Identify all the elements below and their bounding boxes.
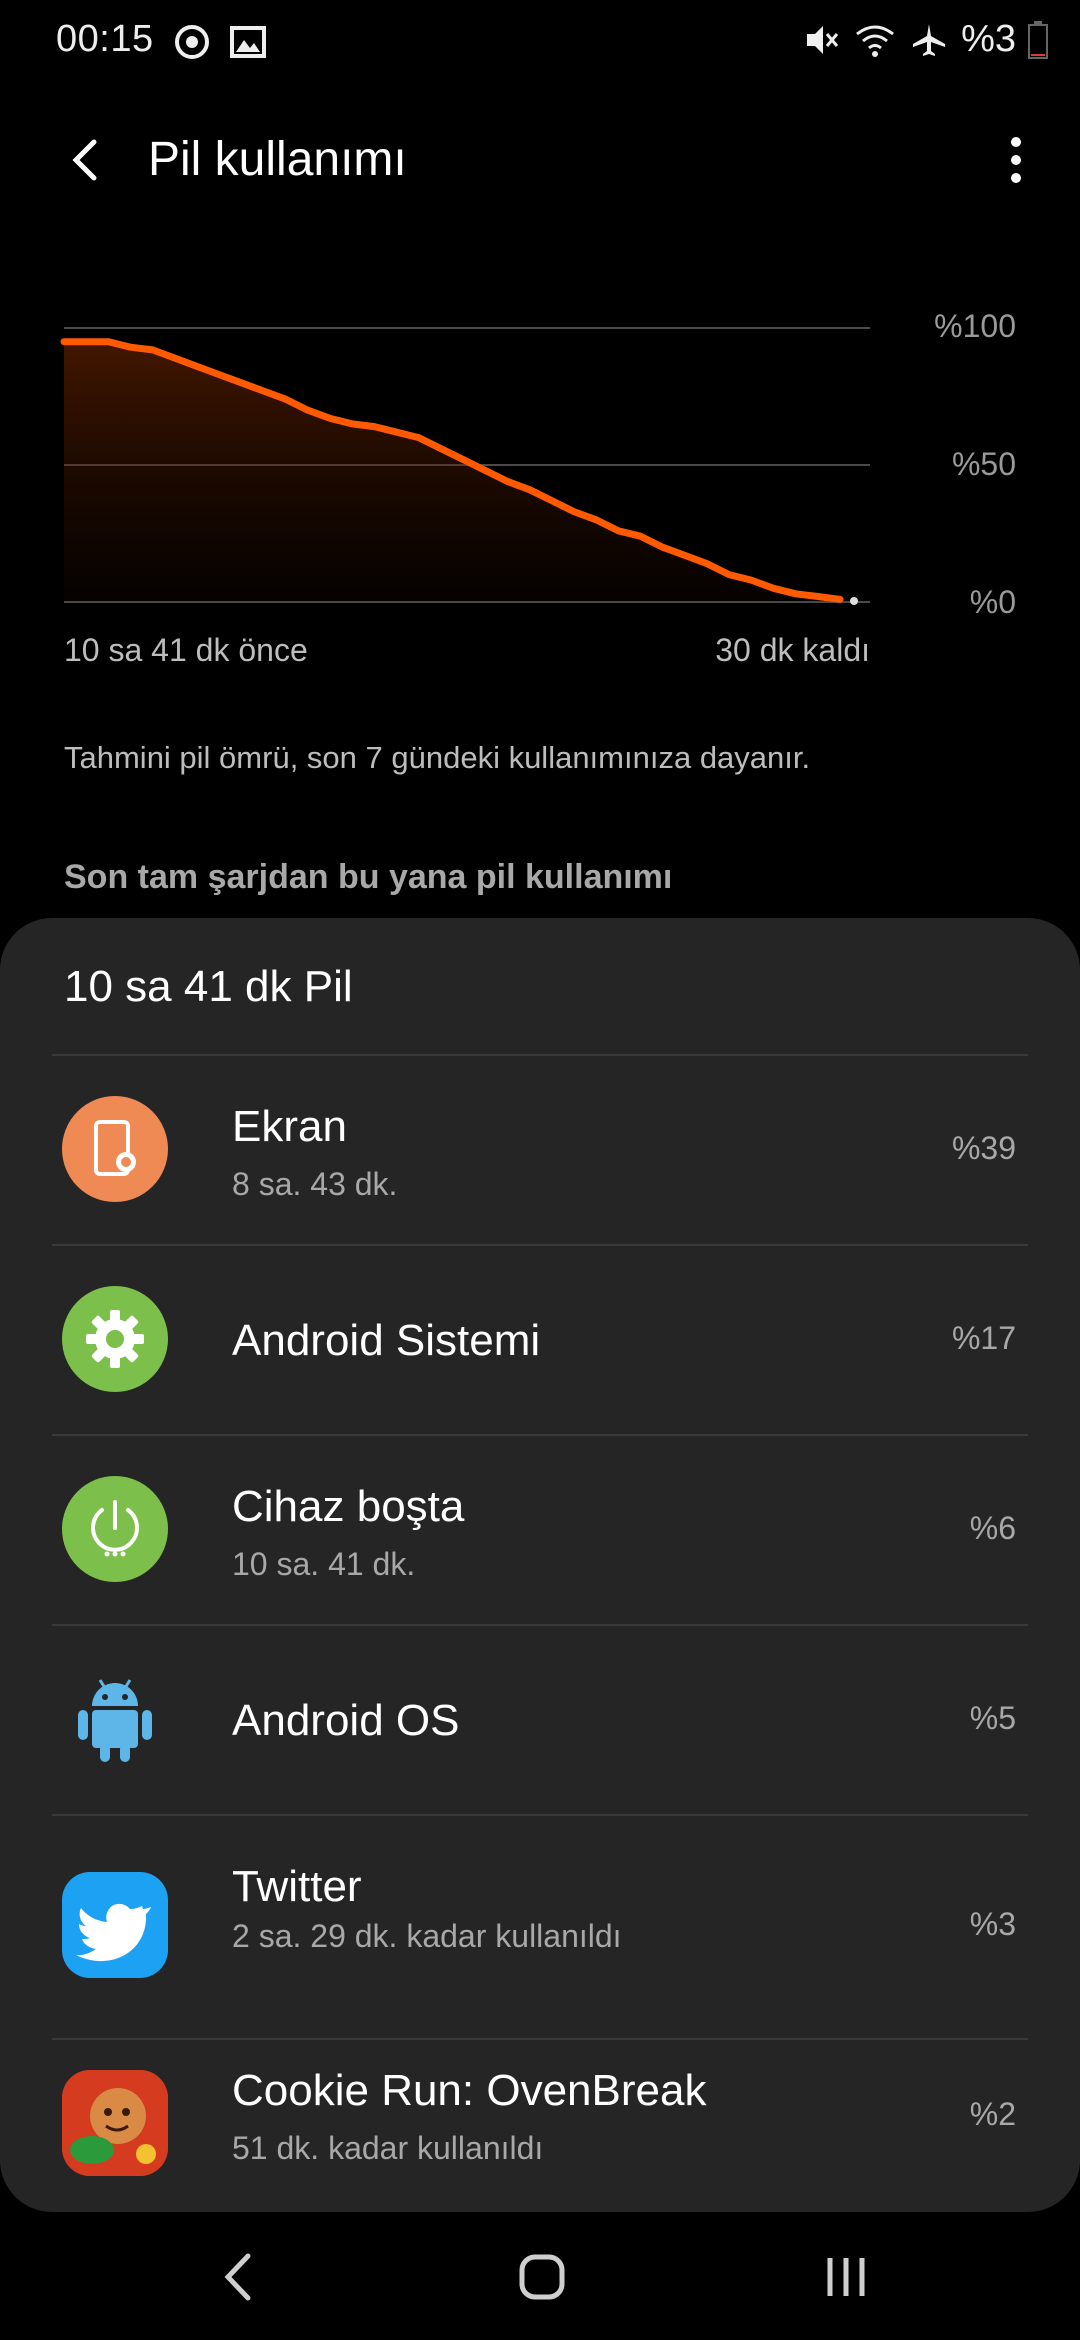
battery-area <box>64 341 840 602</box>
item-name: Cihaz boşta <box>232 1482 465 1531</box>
android-robot-icon <box>62 1666 168 1772</box>
navigation-bar <box>0 2212 1080 2340</box>
usage-item-ekran[interactable]: Ekran 8 sa. 43 dk. %39 <box>0 1056 1080 1244</box>
card-title: 10 sa 41 dk Pil <box>64 962 353 1011</box>
usage-item-android-sistemi[interactable]: Android Sistemi %17 <box>0 1246 1080 1434</box>
item-percent: %2 <box>969 2096 1016 2132</box>
airplane-icon <box>913 23 946 56</box>
back-arrow-icon[interactable] <box>60 132 116 188</box>
usage-item-twitter[interactable]: Twitter 2 sa. 29 dk. kadar kullanıldı %3 <box>0 1816 1080 2038</box>
item-name: Cookie Run: OvenBreak <box>232 2066 707 2115</box>
section-title: Son tam şarjdan bu yana pil kullanımı <box>64 858 673 896</box>
usage-item-cookie-run[interactable]: Cookie Run: OvenBreak 51 dk. kadar kulla… <box>0 2040 1080 2208</box>
battery-percent: %3 <box>961 18 1016 60</box>
app-header: Pil kullanımı <box>0 110 1080 210</box>
x-label-start: 10 sa 41 dk önce <box>64 632 308 668</box>
nav-recents-icon[interactable] <box>806 2242 886 2312</box>
usage-item-android-os[interactable]: Android OS %5 <box>0 1626 1080 1814</box>
y-tick-50: %50 <box>951 446 1016 482</box>
data-saver-icon <box>175 25 209 59</box>
battery-chart-plot <box>60 327 870 605</box>
item-percent: %6 <box>969 1510 1016 1546</box>
screen-brightness-icon <box>62 1096 168 1202</box>
power-icon <box>62 1476 168 1582</box>
item-sub: 8 sa. 43 dk. <box>232 1166 398 1202</box>
battery-chart: %100 %50 %0 10 sa 41 dk önce 30 dk kaldı <box>0 300 1080 680</box>
item-sub: 10 sa. 41 dk. <box>232 1546 416 1582</box>
page-title: Pil kullanımı <box>148 133 407 186</box>
usage-card: 10 sa 41 dk Pil Ekran 8 sa. 43 dk. %39 A… <box>0 918 1080 2212</box>
nav-home-icon[interactable] <box>502 2242 582 2312</box>
item-name: Ekran <box>232 1102 347 1151</box>
item-sub: 51 dk. kadar kullanıldı <box>232 2130 544 2166</box>
cookie-run-app-icon <box>62 2070 168 2176</box>
mute-icon <box>807 25 839 54</box>
item-percent: %5 <box>969 1700 1016 1736</box>
y-tick-100: %100 <box>934 308 1016 344</box>
wifi-icon <box>856 25 894 57</box>
item-name: Android Sistemi <box>232 1316 541 1365</box>
item-name: Android OS <box>232 1696 460 1745</box>
gear-icon <box>62 1286 168 1392</box>
item-percent: %17 <box>951 1320 1016 1356</box>
battery-icon <box>1028 20 1048 59</box>
more-vert-icon[interactable] <box>996 130 1036 190</box>
y-tick-0: %0 <box>969 584 1016 620</box>
estimate-note: Tahmini pil ömrü, son 7 gündeki kullanım… <box>64 740 811 775</box>
item-percent: %3 <box>969 1906 1016 1942</box>
nav-back-icon[interactable] <box>200 2242 280 2312</box>
usage-item-cihaz-bosta[interactable]: Cihaz boşta 10 sa. 41 dk. %6 <box>0 1436 1080 1624</box>
status-bar: 00:15 %3 <box>0 0 1080 84</box>
item-sub: 2 sa. 29 dk. kadar kullanıldı <box>232 1918 622 1954</box>
item-name: Twitter <box>232 1862 362 1911</box>
twitter-bird-icon <box>62 1872 168 1978</box>
chart-end-dot <box>850 597 858 605</box>
item-percent: %39 <box>951 1130 1016 1166</box>
image-icon <box>230 26 266 58</box>
status-time: 00:15 <box>56 18 154 60</box>
x-label-end: 30 dk kaldı <box>715 632 870 668</box>
